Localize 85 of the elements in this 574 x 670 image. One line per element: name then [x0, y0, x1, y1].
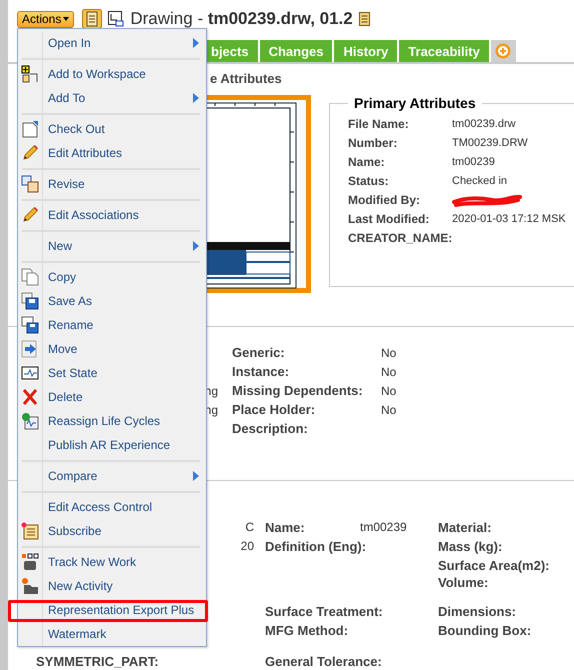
page-icon — [21, 120, 39, 138]
menu-item[interactable]: Track New Work — [18, 550, 206, 574]
menu-item[interactable]: Revise — [18, 172, 206, 196]
menu-item[interactable]: Check Out — [18, 117, 206, 141]
save-icon — [21, 292, 39, 310]
field-label: CREATOR_NAME: — [348, 230, 452, 247]
menu-item[interactable]: Open In — [18, 31, 206, 55]
menu-item[interactable]: Rename — [18, 313, 206, 337]
field-value: C — [245, 520, 254, 535]
field-label: Volume: — [438, 575, 488, 590]
drawing-icon — [108, 11, 124, 27]
menu-item[interactable]: Subscribe — [18, 519, 206, 543]
field-label: MFG Method: — [265, 623, 348, 638]
field-value: TM00239.DRW — [452, 136, 529, 151]
submenu-arrow-icon — [193, 471, 199, 481]
field-value: tm00239 — [360, 520, 408, 535]
workspace-icon — [21, 65, 39, 83]
copy-icon — [21, 268, 39, 286]
field-value: tm00239.drw — [452, 117, 517, 132]
menu-item[interactable]: Add To — [18, 86, 206, 110]
menu-item[interactable]: Watermark — [18, 622, 206, 646]
menu-item[interactable]: New Activity — [18, 574, 206, 598]
field-label: Place Holder: — [232, 402, 316, 417]
field-label: Surface Treatment: — [265, 604, 383, 619]
field-label: Mass (kg): — [438, 539, 502, 554]
page-title: Drawing - tm00239.drw, 01.2 — [130, 9, 353, 29]
delete-icon — [21, 388, 39, 406]
menu-item[interactable]: New — [18, 234, 206, 258]
blocks-icon — [21, 175, 39, 193]
field-label: Material: — [438, 520, 492, 535]
field-label: Modified By: — [348, 192, 421, 209]
pencil-icon — [21, 206, 39, 224]
menu-item[interactable]: Delete — [18, 385, 206, 409]
menu-item[interactable]: Edit Associations — [18, 203, 206, 227]
field-value: Checked in — [452, 174, 508, 189]
caret-icon — [63, 17, 70, 21]
menu-item[interactable]: Add to Workspace — [18, 62, 206, 86]
field-value: No — [381, 346, 398, 360]
field-label: Last Modified: — [348, 211, 430, 228]
field-label: Instance: — [232, 364, 290, 379]
field-label: Definition (Eng): — [265, 539, 366, 554]
cycle-icon — [21, 412, 39, 430]
field-label: Dimensions: — [438, 604, 516, 619]
menu-item[interactable]: Move — [18, 337, 206, 361]
rename-icon — [21, 316, 39, 334]
field-value: 2020-01-03 17:12 MSK — [452, 212, 567, 227]
menu-item[interactable]: Edit Access Control — [18, 495, 206, 519]
menu-item[interactable]: Save As — [18, 289, 206, 313]
submenu-arrow-icon — [193, 241, 199, 251]
submenu-arrow-icon — [193, 38, 199, 48]
menu-item[interactable]: Copy — [18, 265, 206, 289]
fieldset-title: Primary Attributes — [353, 95, 477, 111]
wave-icon — [21, 364, 39, 382]
notepad-icon — [21, 522, 39, 540]
field-value: No — [381, 364, 398, 378]
field-label: File Name: — [348, 116, 410, 133]
field-label: Missing Dependents: — [232, 383, 364, 398]
field-label: Surface Area(m2): — [438, 558, 550, 573]
menu-item[interactable]: Reassign Life Cycles — [18, 409, 206, 433]
field-value: No — [381, 402, 398, 416]
menu-item[interactable]: Compare — [18, 464, 206, 488]
field-label: Name: — [265, 520, 305, 535]
actions-button[interactable]: Actions — [17, 10, 74, 28]
field-label: Number: — [348, 135, 398, 152]
notes-icon[interactable] — [82, 9, 102, 29]
field-label: Name: — [348, 154, 386, 171]
section-title: e Attributes — [210, 71, 282, 86]
briefcase-icon — [21, 553, 39, 571]
notes-icon[interactable] — [358, 12, 370, 26]
field-label: Generic: — [232, 345, 286, 360]
field-label: Status: — [348, 173, 390, 190]
field-value: tm00239 — [452, 155, 496, 170]
field-label: Description: — [232, 421, 309, 436]
menu-item[interactable]: Edit Attributes — [18, 141, 206, 165]
field-label: General Tolerance: — [265, 654, 382, 669]
menu-item[interactable]: Set State — [18, 361, 206, 385]
pencil-icon — [21, 144, 39, 162]
field-value: 20 — [240, 539, 254, 554]
field-label: SYMMETRIC_PART: — [36, 654, 159, 669]
menu-item[interactable]: Representation Export Plus — [18, 598, 206, 622]
field-label: Bounding Box: — [438, 623, 532, 638]
menu-item[interactable]: Publish AR Experience — [18, 433, 206, 457]
submenu-arrow-icon — [193, 93, 199, 103]
briefcase-icon — [21, 577, 39, 595]
field-value: No — [381, 384, 398, 398]
